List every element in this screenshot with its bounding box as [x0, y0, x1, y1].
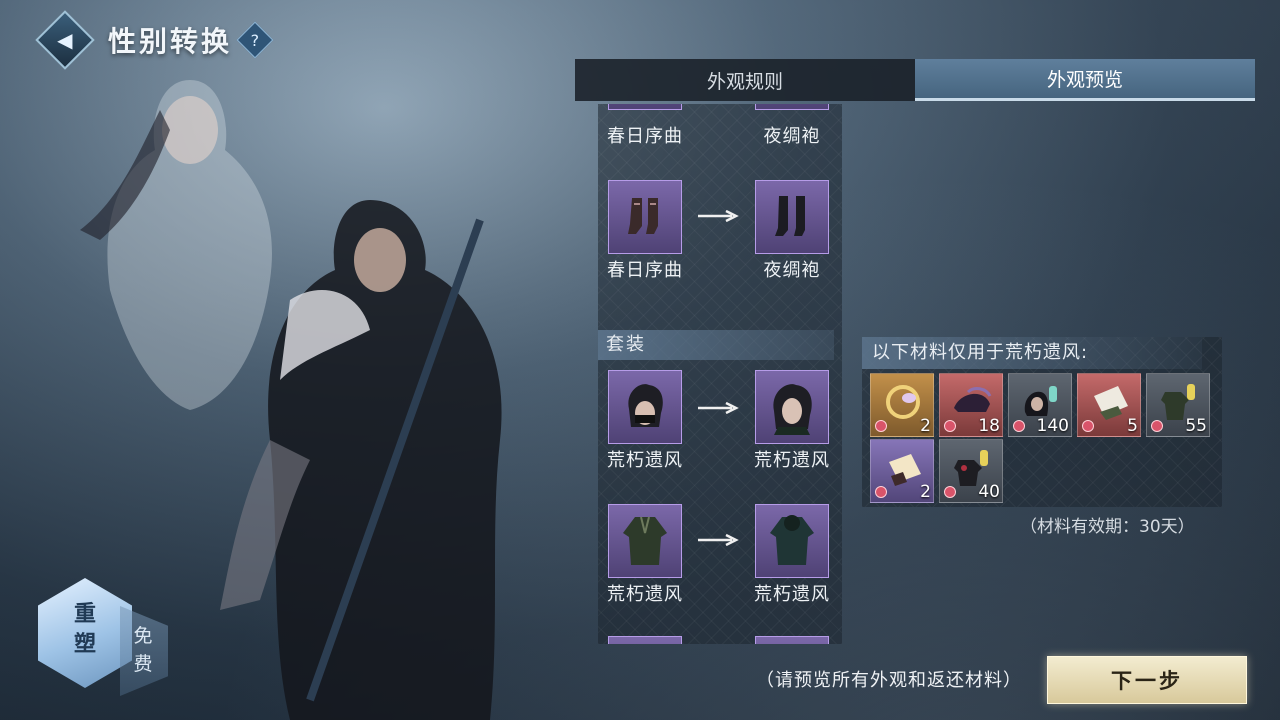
material-count: 40	[978, 482, 1000, 502]
hair-icon	[773, 384, 812, 435]
section-title-set: 套装	[598, 330, 834, 360]
preview-hint: （请预览所有外观和返还材料）	[756, 670, 1022, 691]
material-item[interactable]: 55	[1146, 373, 1210, 437]
header: ◀ 性别转换 ?	[35, 10, 274, 70]
material-count: 5	[1127, 416, 1138, 436]
item-slot[interactable]	[608, 104, 682, 110]
material-count: 2	[920, 416, 931, 436]
help-button[interactable]: ?	[236, 21, 274, 59]
boots-icon	[775, 196, 805, 236]
timer-icon	[944, 420, 956, 432]
item-slot[interactable]	[755, 636, 829, 644]
item-label: 夜绸袍	[763, 260, 821, 281]
item-slot-outfit-to[interactable]	[755, 504, 829, 578]
free-label: 免费	[133, 625, 153, 675]
material-item[interactable]: 40	[939, 439, 1003, 503]
timer-icon	[875, 420, 887, 432]
item-slot-outfit-from[interactable]	[608, 504, 682, 578]
next-step-button[interactable]: 下一步	[1047, 656, 1247, 704]
item-slot-hair-to[interactable]	[755, 370, 829, 444]
tab-appearance-rules[interactable]: 外观规则	[575, 59, 915, 101]
timer-icon	[944, 486, 956, 498]
item-slot[interactable]	[755, 104, 829, 110]
item-label: 夜绸袍	[763, 126, 821, 147]
reshape-button[interactable]: 重塑	[38, 578, 132, 688]
robe-icon	[623, 516, 667, 565]
timer-icon	[1151, 420, 1163, 432]
item-slot[interactable]	[608, 636, 682, 644]
item-label: 春日序曲	[607, 260, 683, 281]
material-count: 2	[920, 482, 931, 502]
item-slot-shoes-to[interactable]	[755, 180, 829, 254]
item-label: 荒朽遗风	[754, 584, 830, 605]
arrow-right-icon	[698, 210, 739, 222]
item-label: 春日序曲	[607, 126, 683, 147]
jade-ring-icon	[886, 385, 920, 419]
appearance-list[interactable]: 春日序曲 夜绸袍 春日序曲 夜绸袍 套装 荒朽遗风 荒朽遗风 荒朽遗风 荒朽遗风	[598, 104, 842, 644]
question-icon: ?	[250, 30, 260, 50]
page-title: 性别转换	[108, 25, 233, 58]
item-label: 荒朽遗风	[754, 450, 830, 471]
material-item[interactable]: 2	[870, 439, 934, 503]
material-item[interactable]: 18	[939, 373, 1003, 437]
item-slot-hair-from[interactable]	[608, 370, 682, 444]
material-count: 18	[978, 416, 1000, 436]
arrow-right-icon	[698, 534, 739, 546]
material-item[interactable]: 5	[1077, 373, 1141, 437]
material-validity-note: （材料有效期：30天）	[1020, 517, 1195, 537]
timer-icon	[1082, 420, 1094, 432]
material-item[interactable]: 140	[1008, 373, 1072, 437]
male-character-illustration	[220, 200, 502, 720]
item-label: 荒朽遗风	[607, 584, 683, 605]
material-count: 55	[1185, 416, 1207, 436]
robe-icon	[770, 515, 814, 565]
item-label: 荒朽遗风	[607, 450, 683, 471]
reshape-label: 重塑	[73, 602, 96, 657]
materials-title: 以下材料仅用于荒朽遗风:	[862, 337, 1202, 369]
tab-bar: 外观规则 外观预览	[575, 59, 1255, 101]
boots-icon	[628, 198, 658, 234]
item-slot-shoes-from[interactable]	[608, 180, 682, 254]
material-item[interactable]: 2	[870, 373, 934, 437]
scroll-icon	[1094, 386, 1128, 420]
material-count: 140	[1036, 416, 1069, 436]
materials-panel: 以下材料仅用于荒朽遗风: 2 18 140 5 55 2 40	[862, 337, 1222, 507]
timer-icon	[1013, 420, 1025, 432]
paper-icon	[889, 454, 921, 486]
arrow-right-icon	[698, 402, 739, 414]
timer-icon	[875, 486, 887, 498]
hair-icon	[628, 384, 663, 427]
tab-appearance-preview[interactable]: 外观预览	[915, 59, 1255, 101]
